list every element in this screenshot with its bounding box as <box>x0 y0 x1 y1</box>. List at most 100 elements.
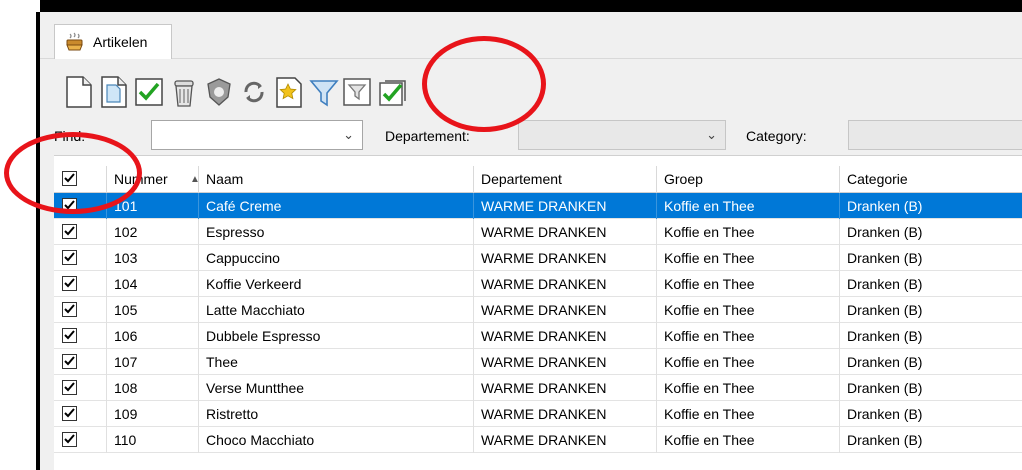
chevron-down-icon[interactable]: ⌄ <box>343 127 354 143</box>
row-checkbox-cell[interactable] <box>54 297 107 323</box>
table-row[interactable]: 103 Cappuccino WARME DRANKEN Koffie en Thee… <box>54 245 1022 271</box>
row-checkbox[interactable] <box>62 380 77 395</box>
table-row[interactable]: 101 Café Creme WARME DRANKEN Koffie en Thee… <box>54 193 1022 219</box>
filter-disabled-button[interactable] <box>340 74 374 110</box>
row-checkbox-cell[interactable] <box>54 427 107 453</box>
cell-groep[interactable]: Koffie en Thee <box>657 375 840 401</box>
cell-groep[interactable]: Koffie en Thee <box>657 349 840 375</box>
cell-groep[interactable]: Koffie en Thee <box>657 271 840 297</box>
cell-departement[interactable]: WARME DRANKEN <box>474 401 657 427</box>
cell-nummer[interactable]: 103 <box>107 245 199 271</box>
header-naam[interactable]: Naam <box>199 166 474 193</box>
cell-nummer[interactable]: 102 <box>107 219 199 245</box>
cell-departement[interactable]: WARME DRANKEN <box>474 219 657 245</box>
cell-categorie[interactable]: Dranken (B) <box>840 427 1022 453</box>
row-checkbox-cell[interactable] <box>54 245 107 271</box>
find-combobox[interactable]: ⌄ <box>151 120 363 150</box>
cell-categorie[interactable]: Dranken (B) <box>840 375 1022 401</box>
row-checkbox[interactable] <box>62 302 77 317</box>
table-row[interactable]: 107 Thee WARME DRANKEN Koffie en Thee Dranke… <box>54 349 1022 375</box>
header-categorie-label: Categorie <box>847 171 908 187</box>
cell-groep[interactable]: Koffie en Thee <box>657 245 840 271</box>
row-checkbox[interactable] <box>62 406 77 421</box>
row-checkbox[interactable] <box>62 432 77 447</box>
frame-top-border <box>0 0 1022 12</box>
cell-nummer[interactable]: 106 <box>107 323 199 349</box>
row-checkbox-cell[interactable] <box>54 375 107 401</box>
header-categorie[interactable]: Categorie <box>840 166 1022 193</box>
header-groep[interactable]: Groep <box>657 166 840 193</box>
cell-naam[interactable]: Koffie Verkeerd <box>199 271 474 297</box>
row-checkbox-cell[interactable] <box>54 271 107 297</box>
cell-nummer[interactable]: 104 <box>107 271 199 297</box>
category-combobox[interactable] <box>848 120 1022 150</box>
row-checkbox-cell[interactable] <box>54 349 107 375</box>
row-checkbox-cell[interactable] <box>54 219 107 245</box>
favorite-star-icon <box>276 77 302 108</box>
cell-groep[interactable]: Koffie en Thee <box>657 219 840 245</box>
delete-button[interactable] <box>167 74 201 110</box>
row-checkbox[interactable] <box>62 328 77 343</box>
cell-categorie[interactable]: Dranken (B) <box>840 271 1022 297</box>
table-row[interactable]: 102 Espresso WARME DRANKEN Koffie en Thee Dr… <box>54 219 1022 245</box>
table-row[interactable]: 105 Latte Macchiato WARME DRANKEN Koffie en… <box>54 297 1022 323</box>
shield-button[interactable] <box>202 74 236 110</box>
cell-nummer[interactable]: 107 <box>107 349 199 375</box>
cell-departement[interactable]: WARME DRANKEN <box>474 349 657 375</box>
cell-naam[interactable]: Café Creme <box>199 193 474 219</box>
cell-departement[interactable]: WARME DRANKEN <box>474 375 657 401</box>
cell-categorie[interactable]: Dranken (B) <box>840 401 1022 427</box>
cell-categorie[interactable]: Dranken (B) <box>840 219 1022 245</box>
cell-groep[interactable]: Koffie en Thee <box>657 193 840 219</box>
refresh-button[interactable] <box>237 74 271 110</box>
cell-naam[interactable]: Ristretto <box>199 401 474 427</box>
cell-departement[interactable]: WARME DRANKEN <box>474 271 657 297</box>
header-departement[interactable]: Departement <box>474 166 657 193</box>
table-row[interactable]: 104 Koffie Verkeerd WARME DRANKEN Koffie en… <box>54 271 1022 297</box>
row-checkbox[interactable] <box>62 250 77 265</box>
new-document-button[interactable] <box>62 74 96 110</box>
cell-categorie[interactable]: Dranken (B) <box>840 349 1022 375</box>
copy-document-button[interactable] <box>97 74 131 110</box>
cell-departement[interactable]: WARME DRANKEN <box>474 245 657 271</box>
filter-button[interactable] <box>307 74 341 110</box>
select-all-button[interactable] <box>376 74 410 110</box>
cell-categorie[interactable]: Dranken (B) <box>840 297 1022 323</box>
row-checkbox-cell[interactable] <box>54 401 107 427</box>
cell-categorie[interactable]: Dranken (B) <box>840 323 1022 349</box>
cell-naam[interactable]: Thee <box>199 349 474 375</box>
cell-groep[interactable]: Koffie en Thee <box>657 401 840 427</box>
cell-nummer[interactable]: 110 <box>107 427 199 453</box>
row-checkbox-cell[interactable] <box>54 323 107 349</box>
cell-departement[interactable]: WARME DRANKEN <box>474 297 657 323</box>
table-row[interactable]: 106 Dubbele Espresso WARME DRANKEN Koffie e… <box>54 323 1022 349</box>
table-row[interactable]: 110 Choco Macchiato WARME DRANKEN Koffie en… <box>54 427 1022 453</box>
cell-categorie[interactable]: Dranken (B) <box>840 193 1022 219</box>
row-checkbox[interactable] <box>62 276 77 291</box>
cell-nummer[interactable]: 108 <box>107 375 199 401</box>
tab-artikelen[interactable]: Artikelen <box>54 24 172 59</box>
cell-naam[interactable]: Espresso <box>199 219 474 245</box>
cell-categorie[interactable]: Dranken (B) <box>840 245 1022 271</box>
cell-naam[interactable]: Latte Macchiato <box>199 297 474 323</box>
cell-departement[interactable]: WARME DRANKEN <box>474 427 657 453</box>
row-checkbox[interactable] <box>62 354 77 369</box>
row-checkbox[interactable] <box>62 224 77 239</box>
chevron-down-icon[interactable]: ⌄ <box>706 127 717 143</box>
cell-groep[interactable]: Koffie en Thee <box>657 297 840 323</box>
favorite-button[interactable] <box>272 74 306 110</box>
departement-combobox[interactable]: ⌄ <box>518 120 726 150</box>
table-row[interactable]: 109 Ristretto WARME DRANKEN Koffie en Thee D… <box>54 401 1022 427</box>
cell-naam[interactable]: Choco Macchiato <box>199 427 474 453</box>
cell-departement[interactable]: WARME DRANKEN <box>474 193 657 219</box>
cell-naam[interactable]: Cappuccino <box>199 245 474 271</box>
cell-naam[interactable]: Dubbele Espresso <box>199 323 474 349</box>
approve-button[interactable] <box>132 74 166 110</box>
cell-nummer[interactable]: 109 <box>107 401 199 427</box>
cell-groep[interactable]: Koffie en Thee <box>657 323 840 349</box>
cell-naam[interactable]: Verse Muntthee <box>199 375 474 401</box>
cell-nummer[interactable]: 105 <box>107 297 199 323</box>
table-row[interactable]: 108 Verse Muntthee WARME DRANKEN Koffie en … <box>54 375 1022 401</box>
cell-departement[interactable]: WARME DRANKEN <box>474 323 657 349</box>
cell-groep[interactable]: Koffie en Thee <box>657 427 840 453</box>
